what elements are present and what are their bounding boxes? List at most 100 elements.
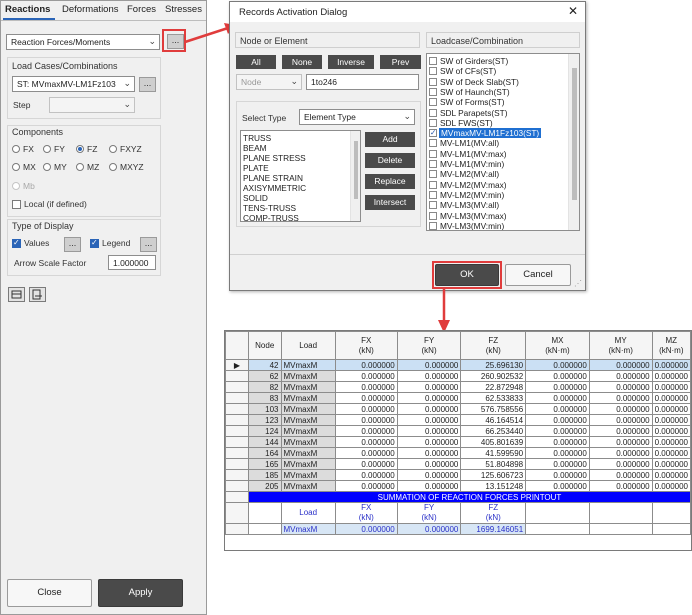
loadcase-checkbox[interactable] [429, 98, 437, 107]
close-icon[interactable]: ✕ [568, 4, 578, 18]
arrow-scale-input[interactable]: 1.000000 [108, 255, 156, 270]
loadcase-checkbox[interactable] [429, 67, 437, 76]
values-more-button[interactable]: ... [64, 237, 81, 252]
table-row[interactable]: 205 MVmaxM 0.000000 0.000000 13.151248 0.0000… [225, 480, 692, 492]
table-row[interactable]: 165 MVmaxM 0.000000 0.000000 51.804898 0.0000… [225, 458, 692, 470]
loadcase-checkbox[interactable] [429, 77, 437, 86]
list-item[interactable]: COMP-TRUSS [243, 213, 299, 221]
loadcase-list[interactable]: SW of Girders(ST) SW of CFs(ST) SW of Deck… [426, 53, 580, 231]
replace-button[interactable]: Replace [365, 174, 415, 189]
loadcase-item[interactable]: MV-LM3(MV:all) [428, 200, 565, 210]
tab-stresses[interactable]: Stresses [165, 4, 202, 15]
element-type-list[interactable]: TRUSS BEAM PLANE STRESS PLATE PLANE STRA… [240, 130, 361, 222]
local-checkbox[interactable] [12, 200, 21, 209]
inverse-button[interactable]: Inverse [328, 55, 374, 69]
apply-button[interactable]: Apply [98, 579, 183, 607]
loadcase-item[interactable]: MV-LM1(MV:max) [428, 149, 565, 159]
load-case-more-button[interactable]: ... [139, 77, 156, 92]
table-row[interactable]: 185 MVmaxM 0.000000 0.000000 125.606723 0.000… [225, 469, 692, 481]
select-type-select[interactable]: Element Type ⌄ [299, 109, 415, 125]
column-header[interactable]: FX (kN) [334, 331, 398, 360]
loadcase-item[interactable]: SDL FWS(ST) [428, 118, 565, 128]
loadcase-item[interactable]: SW of Forms(ST) [428, 97, 565, 107]
print-icon[interactable] [29, 287, 46, 302]
prev-button[interactable]: Prev [380, 55, 421, 69]
list-item[interactable]: TENS-TRUSS [243, 203, 296, 213]
step-select[interactable]: ⌄ [49, 97, 135, 113]
loadcase-item[interactable]: SW of Haunch(ST) [428, 87, 565, 97]
loadcase-item[interactable]: MV-LM1(MV:min) [428, 159, 565, 169]
node-type-select[interactable]: Node ⌄ [236, 74, 302, 90]
loadcase-item[interactable]: MV-LM2(MV:min) [428, 190, 565, 200]
loadcase-item[interactable]: SDL Parapets(ST) [428, 108, 565, 118]
loadcase-checkbox[interactable] [429, 57, 437, 65]
list-item[interactable]: BEAM [243, 143, 267, 153]
table-row[interactable]: ▶ 42 MVmaxM 0.000000 0.000000 25.696130 0.0000… [225, 359, 692, 371]
tab-reactions[interactable]: Reactions [5, 4, 50, 15]
table-row[interactable]: 164 MVmaxM 0.000000 0.000000 41.599590 0.0000… [225, 447, 692, 459]
all-button[interactable]: All [236, 55, 276, 69]
legend-checkbox[interactable] [90, 238, 99, 248]
loadcase-checkbox[interactable] [429, 87, 437, 96]
loadcase-item[interactable]: MV-LM2(MV:all) [428, 169, 565, 179]
list-item[interactable]: PLANE STRESS [243, 153, 306, 163]
table-row[interactable]: 83 MVmaxM 0.000000 0.000000 62.533833 0.00000… [225, 392, 692, 404]
column-header[interactable]: Load [280, 331, 336, 360]
loadcase-item[interactable]: SW of Deck Slab(ST) [428, 77, 565, 87]
radio-fz[interactable] [76, 145, 84, 153]
loadcase-item[interactable]: MVmaxMV-LM1Fz103(ST) [428, 128, 565, 139]
export-icon[interactable] [8, 287, 25, 302]
resize-grip-icon[interactable]: ⋰ [574, 279, 582, 288]
scroll-thumb[interactable] [354, 141, 358, 199]
loadcase-item[interactable]: MV-LM1(MV:all) [428, 138, 565, 148]
radio-mz[interactable] [76, 163, 84, 171]
result-type-select[interactable]: Reaction Forces/Moments ⌄ [6, 34, 160, 50]
loadcase-checkbox[interactable] [429, 190, 437, 199]
values-checkbox[interactable] [12, 238, 21, 248]
column-header[interactable]: MZ (kN·m) [651, 331, 692, 360]
radio-mxyz[interactable] [109, 163, 117, 171]
list-item[interactable]: TRUSS [243, 133, 271, 143]
list-item[interactable]: AXISYMMETRIC [243, 183, 306, 193]
loadcase-list-scrollbar[interactable] [568, 54, 579, 230]
list-item[interactable]: SOLID [243, 193, 268, 203]
column-header[interactable]: FZ (kN) [460, 331, 527, 360]
table-row[interactable]: 62 MVmaxM 0.000000 0.000000 260.902532 0.0000… [225, 370, 692, 382]
loadcase-checkbox[interactable] [429, 160, 437, 168]
intersect-button[interactable]: Intersect [365, 195, 415, 210]
radio-fxyz[interactable] [109, 145, 117, 153]
radio-fy[interactable] [43, 145, 51, 153]
loadcase-checkbox[interactable] [429, 128, 437, 138]
tab-deformations[interactable]: Deformations [62, 4, 119, 15]
list-item[interactable]: PLANE STRAIN [243, 173, 303, 183]
close-button[interactable]: Close [7, 579, 92, 607]
column-header[interactable]: MX (kN·m) [525, 331, 590, 360]
cancel-button[interactable]: Cancel [505, 264, 571, 286]
radio-mx[interactable] [12, 163, 20, 171]
add-button[interactable]: Add [365, 132, 415, 147]
list-item[interactable]: PLATE [243, 163, 269, 173]
loadcase-checkbox[interactable] [429, 118, 437, 127]
scroll-thumb[interactable] [572, 68, 577, 200]
loadcase-item[interactable]: SW of CFs(ST) [428, 66, 565, 76]
radio-fx[interactable] [12, 145, 20, 153]
loadcase-item[interactable]: MV-LM3(MV:max) [428, 211, 565, 221]
delete-button[interactable]: Delete [365, 153, 415, 168]
loadcase-checkbox[interactable] [429, 180, 437, 189]
loadcase-checkbox[interactable] [429, 221, 437, 230]
column-header[interactable]: MY (kN·m) [588, 331, 653, 360]
table-row[interactable]: 103 MVmaxM 0.000000 0.000000 576.758556 0.000… [225, 403, 692, 415]
radio-mb[interactable] [12, 182, 20, 190]
column-header[interactable]: FY (kN) [396, 331, 462, 360]
table-row[interactable]: 82 MVmaxM 0.000000 0.000000 22.872948 0.00000… [225, 381, 692, 393]
loadcase-checkbox[interactable] [429, 170, 437, 179]
table-row[interactable]: 144 MVmaxM 0.000000 0.000000 405.801639 0.000… [225, 436, 692, 448]
load-case-select[interactable]: ST: MVmaxMV-LM1Fz103 ⌄ [12, 76, 135, 92]
none-button[interactable]: None [282, 55, 322, 69]
column-header[interactable]: Node [247, 331, 282, 360]
loadcase-checkbox[interactable] [429, 201, 437, 210]
loadcase-checkbox[interactable] [429, 139, 437, 148]
loadcase-checkbox[interactable] [429, 211, 437, 220]
summation-row[interactable]: MVmaxM 0.000000 0.000000 1699.146051 [225, 523, 692, 535]
table-row[interactable]: 123 MVmaxM 0.000000 0.000000 46.164514 0.0000… [225, 414, 692, 426]
